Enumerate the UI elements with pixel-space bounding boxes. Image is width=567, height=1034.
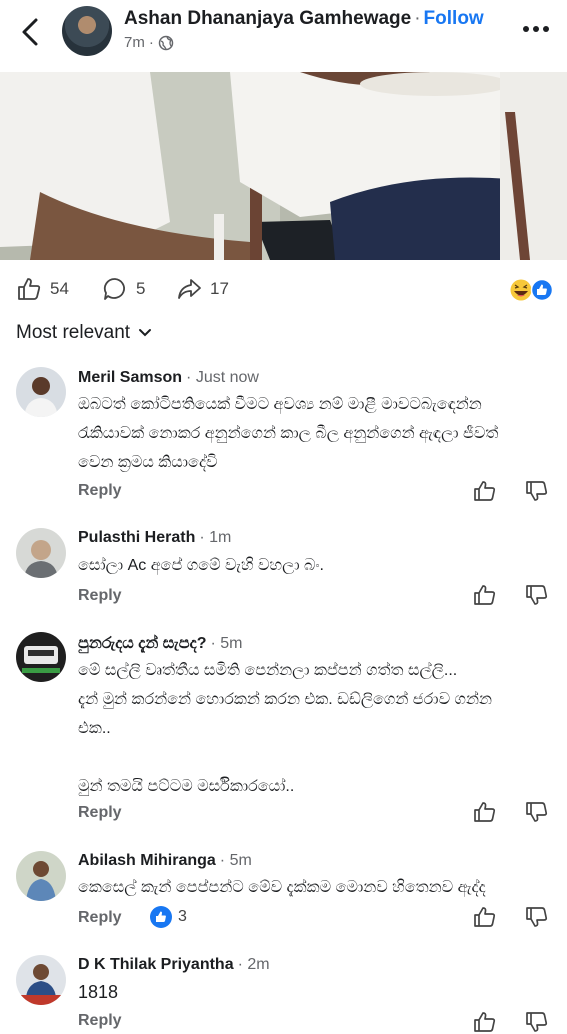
commenter-name-line: Abilash Mihiranga · 5m (78, 852, 252, 869)
separator-dot: · (148, 34, 154, 51)
share-count: 17 (210, 279, 229, 298)
reaction-summary[interactable] (510, 278, 554, 302)
reply-button[interactable]: Reply (78, 1012, 122, 1030)
commenter-avatar[interactable] (16, 367, 66, 417)
reply-button[interactable]: Reply (78, 482, 122, 500)
back-arrow-icon[interactable] (16, 14, 46, 50)
comment-like-count: 3 (178, 908, 187, 925)
commenter-avatar[interactable] (16, 955, 66, 1005)
comment-like-icon[interactable] (473, 1010, 497, 1034)
reply-button[interactable]: Reply (78, 804, 122, 822)
comment-text: 1818 (78, 982, 119, 1002)
haha-emoji-icon (510, 279, 532, 301)
like-badge-icon (150, 906, 172, 928)
comment-bubble-icon (103, 278, 125, 300)
commenter-avatar[interactable] (16, 632, 66, 682)
commenter-name-line: පුනරුදය දැන් සැපද? · 5m (78, 635, 243, 652)
commenter-avatar[interactable] (16, 851, 66, 901)
chevron-down-icon (139, 329, 152, 337)
comment-dislike-icon[interactable] (525, 583, 549, 607)
comment-time: 5m (229, 852, 252, 869)
comment-sort-dropdown[interactable]: Most relevant (16, 322, 152, 344)
more-options-icon[interactable] (522, 22, 550, 36)
commenter-name[interactable]: පුනරුදය දැන් සැපද? (78, 635, 206, 652)
comment-dislike-icon[interactable] (525, 800, 549, 824)
post-header: Ashan Dhananjaya Gamhewage · Follow 7m · (0, 0, 567, 68)
comment-time: 1m (209, 529, 232, 546)
thumbs-up-icon (18, 278, 41, 300)
author-avatar[interactable] (62, 6, 112, 56)
like-action[interactable]: 54 (16, 276, 69, 302)
commenter-name-line: Pulasthi Herath · 1m (78, 529, 232, 546)
comment-time: 5m (220, 635, 243, 652)
commenter-name[interactable]: Pulasthi Herath (78, 529, 195, 546)
commenter-name[interactable]: Abilash Mihiranga (78, 852, 216, 869)
reply-button[interactable]: Reply (78, 909, 122, 927)
post-actions-bar: 54 5 17 (0, 266, 567, 312)
commenter-name-line: D K Thilak Priyantha · 2m (78, 956, 270, 973)
author-name[interactable]: Ashan Dhananjaya Gamhewage (124, 8, 411, 29)
post-photo[interactable] (0, 72, 567, 260)
comment-action[interactable]: 5 (102, 276, 145, 302)
comment-dislike-icon[interactable] (525, 1010, 549, 1034)
comment-reaction-count[interactable]: 3 (150, 906, 187, 928)
comment-time: 2m (247, 956, 270, 973)
separator-dot: · (414, 8, 421, 29)
follow-button[interactable]: Follow (424, 8, 484, 29)
comment-text: කෙසෙල් කැන් පෙප්පන්ට මේව දැක්කම මොනව හිත… (78, 879, 486, 896)
comment-like-icon[interactable] (473, 479, 497, 503)
post-meta: 7m · (124, 34, 174, 51)
comment-like-icon[interactable] (473, 800, 497, 824)
globe-icon (158, 35, 174, 50)
commenter-avatar[interactable] (16, 528, 66, 578)
comment-text: ඔබටත් කෝටිපතියෙක් වීමට අවශ්‍ය නම් මාළී ම… (78, 396, 499, 471)
commenter-name-line: Meril Samson · Just now (78, 369, 259, 386)
author-line: Ashan Dhananjaya Gamhewage · Follow (124, 8, 484, 30)
commenter-name[interactable]: Meril Samson (78, 369, 182, 386)
share-action[interactable]: 17 (176, 276, 229, 302)
comment-text: මේ සල්ලි වෘත්තීය සමිති පෙන්නලා කප්පන් ගත… (78, 662, 492, 795)
share-arrow-icon (178, 279, 201, 299)
comment-text: සෝලා Ac අපේ ගමේ වැහි වහලා බං. (78, 557, 324, 574)
commenter-name[interactable]: D K Thilak Priyantha (78, 956, 234, 973)
comment-dislike-icon[interactable] (525, 905, 549, 929)
comment-time: Just now (195, 369, 259, 386)
like-badge-icon (530, 278, 554, 302)
post-time: 7m (124, 34, 145, 51)
reply-button[interactable]: Reply (78, 587, 122, 605)
comment-like-icon[interactable] (473, 905, 497, 929)
comment-count: 5 (136, 279, 146, 298)
comment-like-icon[interactable] (473, 583, 497, 607)
like-count: 54 (50, 279, 69, 298)
sort-label: Most relevant (16, 322, 131, 343)
comment-dislike-icon[interactable] (525, 479, 549, 503)
